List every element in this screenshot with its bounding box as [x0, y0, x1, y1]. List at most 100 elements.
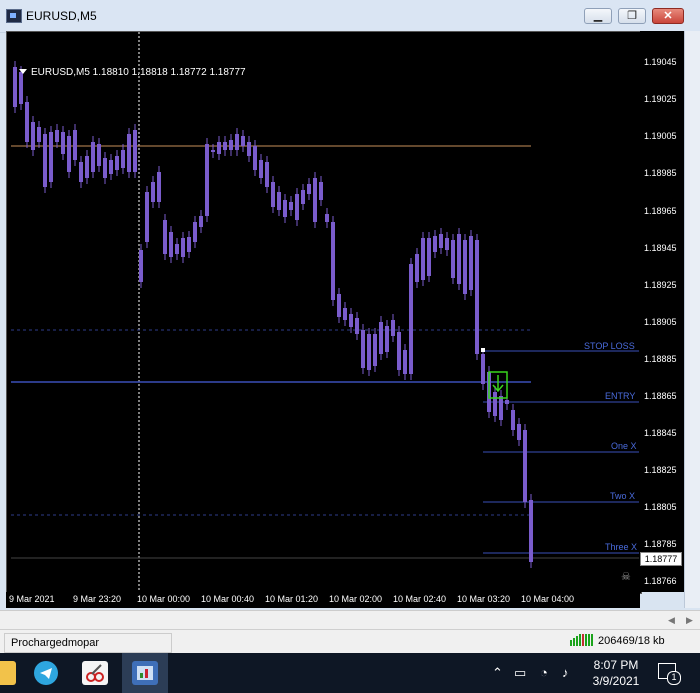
candle-body: [313, 178, 317, 222]
metatrader-icon[interactable]: [132, 661, 158, 685]
candle-body: [337, 294, 341, 317]
candle-body: [169, 232, 173, 257]
candle-body: [97, 144, 101, 166]
candle-body: [259, 160, 263, 178]
candle-body: [247, 142, 251, 156]
close-button[interactable]: ✕: [652, 8, 684, 24]
candle-body: [235, 134, 239, 150]
notification-center-icon[interactable]: 1: [658, 663, 681, 685]
candle-body: [121, 150, 125, 168]
candle-body: [187, 237, 191, 252]
candle-body: [529, 500, 533, 562]
candle-body: [163, 220, 167, 254]
candle-body: [439, 234, 443, 248]
candle-body: [463, 240, 467, 294]
candle-body: [133, 130, 137, 172]
clock-time: 8:07 PM: [593, 658, 639, 672]
candle-body: [331, 222, 335, 300]
candle-body: [127, 134, 131, 172]
candle-body: [391, 320, 395, 336]
candle-body: [475, 240, 479, 354]
candle-body: [85, 156, 89, 178]
candle-body: [157, 172, 161, 202]
price-chart[interactable]: ☠ EURUSD,M5 1.18810 1.18818 1.18772 1.18…: [6, 31, 642, 594]
volume-icon[interactable]: ♪: [562, 665, 569, 680]
candle-body: [481, 354, 485, 384]
time-tick: 10 Mar 01:20: [265, 594, 319, 604]
candle-body: [283, 200, 287, 217]
candle-body: [511, 410, 515, 430]
candle-body: [469, 236, 473, 290]
time-tick: 10 Mar 04:00: [521, 594, 575, 604]
maximize-button[interactable]: ❐: [618, 8, 646, 24]
candle-body: [325, 214, 329, 222]
horizontal-scrollbar[interactable]: ◀ ▶: [0, 610, 700, 629]
price-tick: 1.18985: [644, 168, 677, 178]
candle-body: [271, 182, 275, 207]
candle-body: [445, 238, 449, 250]
time-tick: 9 Mar 23:20: [73, 594, 122, 604]
candle-body: [367, 334, 371, 370]
candle-body: [409, 264, 413, 374]
candle-body: [421, 238, 425, 280]
candle-body: [31, 122, 35, 150]
minimize-button[interactable]: ▁: [584, 8, 612, 24]
chart-window-icon: [6, 9, 22, 23]
scroll-right-icon[interactable]: ▶: [686, 615, 693, 626]
candle-body: [265, 162, 269, 187]
price-tick: 1.18805: [644, 502, 677, 512]
price-tick: 1.18825: [644, 465, 677, 475]
three-x-label: Three X: [605, 542, 638, 552]
candle-body: [55, 130, 59, 142]
clock-date: 3/9/2021: [592, 674, 640, 688]
candle-body: [91, 142, 95, 172]
two-x-label: Two X: [610, 491, 636, 501]
candle-body: [433, 236, 437, 252]
time-tick: 10 Mar 00:40: [201, 594, 255, 604]
file-explorer-icon[interactable]: [0, 661, 16, 685]
candle-body: [115, 156, 119, 170]
time-tick: 10 Mar 02:00: [329, 594, 383, 604]
candle-body: [403, 350, 407, 374]
show-hidden-icons-icon[interactable]: ⌃: [492, 665, 503, 681]
scroll-left-icon[interactable]: ◀: [668, 615, 675, 626]
candle-body: [457, 234, 461, 284]
candle-body: [25, 102, 29, 142]
price-tick: 1.18865: [644, 391, 677, 401]
candle-body: [415, 254, 419, 282]
candle-body: [223, 142, 227, 150]
candle-body: [301, 190, 305, 204]
candle-body: [385, 326, 389, 352]
battery-icon[interactable]: ▭: [514, 665, 526, 681]
candle-body: [229, 140, 233, 150]
candle-body: [379, 322, 383, 354]
candle-body: [139, 250, 143, 282]
candle-body: [49, 132, 53, 182]
symbol-header[interactable]: EURUSD,M5 1.18810 1.18818 1.18772 1.1877…: [19, 67, 246, 78]
candle-body: [145, 192, 149, 242]
candle-body: [43, 134, 47, 187]
price-tick: 1.18945: [644, 243, 677, 253]
candle-body: [499, 396, 503, 420]
candle-body: [493, 392, 497, 416]
connection-bars-icon: [570, 634, 594, 649]
candle-body: [523, 430, 527, 502]
status-bar: Prochargedmopar 206469/18 kb: [0, 629, 700, 654]
price-tick: 1.18766: [644, 576, 677, 586]
price-tick: 1.18845: [644, 428, 677, 438]
system-clock[interactable]: 8:07 PM 3/9/2021: [588, 657, 644, 689]
candle-body: [253, 146, 257, 170]
candle-body: [103, 158, 107, 178]
candle-body: [505, 400, 509, 404]
candle-body: [205, 144, 209, 216]
candle-body: [427, 238, 431, 276]
wifi-icon[interactable]: ◔: [540, 665, 548, 680]
candle-body: [211, 150, 215, 152]
telegram-icon[interactable]: [34, 661, 58, 685]
snipping-tool-icon[interactable]: [82, 661, 108, 685]
traffic-text: 206469/18 kb: [598, 635, 665, 647]
candle-body: [79, 162, 83, 182]
candlestick-chart[interactable]: ☠: [7, 32, 639, 591]
candle-body: [181, 238, 185, 257]
candle-body: [295, 194, 299, 220]
